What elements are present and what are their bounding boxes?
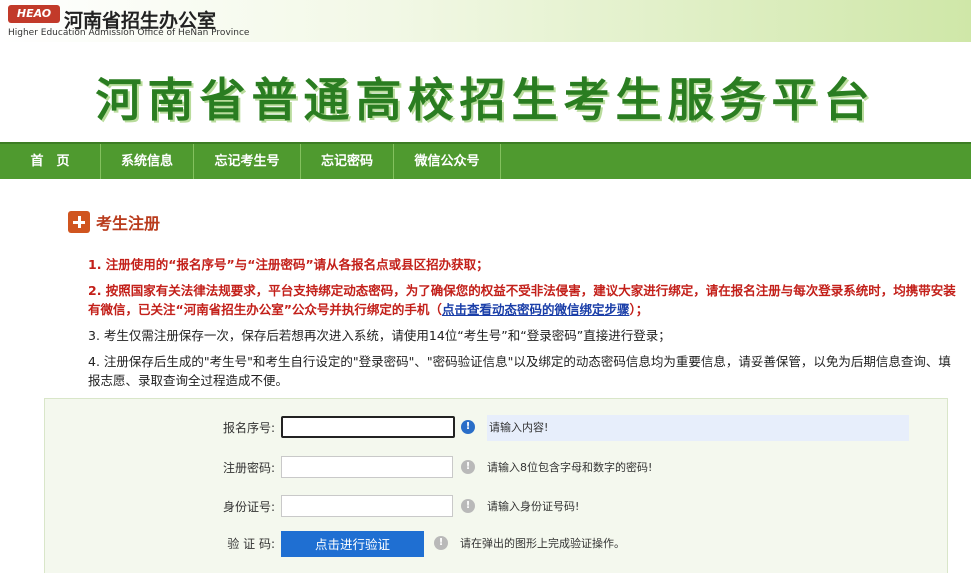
nav-item-system-info[interactable]: 系统信息 <box>101 144 194 179</box>
notice-item-4: 4. 注册保存后生成的"考生号"和考生自行设定的"登录密码"、"密码验证信息"以… <box>88 354 951 388</box>
reg-password-hint: 请输入8位包含字母和数字的密码! <box>487 461 653 474</box>
reg-no-label: 报名序号: <box>222 421 275 435</box>
info-icon: ! <box>434 536 448 550</box>
reg-password-label: 注册密码: <box>222 461 275 475</box>
nav-item-home[interactable]: 首 页 <box>0 144 101 179</box>
form-row-captcha: 验 证 码: 点击进行验证 ! 请在弹出的图形上完成验证操作。 <box>45 531 947 557</box>
notice-item-3: 3. 考生仅需注册保存一次，保存后若想再次进入系统，请使用14位“考生号”和“登… <box>88 328 671 343</box>
verify-button[interactable]: 点击进行验证 <box>281 531 424 557</box>
captcha-hint: 请在弹出的图形上完成验证操作。 <box>460 537 625 550</box>
top-header-bar: HEAO 河南省招生办公室 Higher Education Admission… <box>0 0 971 42</box>
captcha-label: 验 证 码: <box>227 537 275 551</box>
reg-no-input[interactable] <box>281 416 455 438</box>
form-row-id-card: 身份证号: ! 请输入身份证号码! <box>45 494 947 520</box>
nav-item-wechat[interactable]: 微信公众号 <box>394 144 501 179</box>
reg-password-input[interactable] <box>281 456 453 478</box>
info-icon: ! <box>461 460 475 474</box>
id-card-input[interactable] <box>281 495 453 517</box>
form-row-reg-password: 注册密码: ! 请输入8位包含字母和数字的密码! <box>45 455 947 481</box>
notice-list: 1. 注册使用的“报名序号”与“注册密码”请从各报名点或县区招办获取； 2. 按… <box>88 255 958 397</box>
office-name-en: Higher Education Admission Office of HeN… <box>8 28 250 38</box>
form-row-reg-no: 报名序号: ! 请输入内容! <box>45 415 947 441</box>
heao-logo: HEAO <box>8 5 60 23</box>
info-icon: ! <box>461 420 475 434</box>
nav-item-forgot-exam-no[interactable]: 忘记考生号 <box>194 144 301 179</box>
section-title: 考生注册 <box>96 214 161 233</box>
plus-icon <box>68 211 90 233</box>
notice-item-2: 2. 按照国家有关法律法规要求，平台支持绑定动态密码，为了确保您的权益不受非法侵… <box>88 281 958 319</box>
section-header: 考生注册 <box>68 210 160 234</box>
notice-item-1: 1. 注册使用的“报名序号”与“注册密码”请从各报名点或县区招办获取； <box>88 257 489 272</box>
nav-item-forgot-password[interactable]: 忘记密码 <box>301 144 394 179</box>
wechat-binding-steps-link[interactable]: 点击查看动态密码的微信绑定步骤 <box>442 302 630 317</box>
id-card-label: 身份证号: <box>222 500 275 514</box>
banner-title: 河南省普通高校招生考生服务平台 <box>95 73 876 127</box>
reg-no-hint: 请输入内容! <box>487 415 909 441</box>
registration-form: 报名序号: ! 请输入内容! 注册密码: ! 请输入8位包含字母和数字的密码! … <box>44 398 948 573</box>
banner: 河南省普通高校招生考生服务平台 <box>0 42 971 142</box>
main-nav: 首 页 系统信息 忘记考生号 忘记密码 微信公众号 <box>0 142 971 179</box>
notice-item-2-tail: ）； <box>629 302 649 317</box>
info-icon: ! <box>461 499 475 513</box>
id-card-hint: 请输入身份证号码! <box>487 500 580 513</box>
